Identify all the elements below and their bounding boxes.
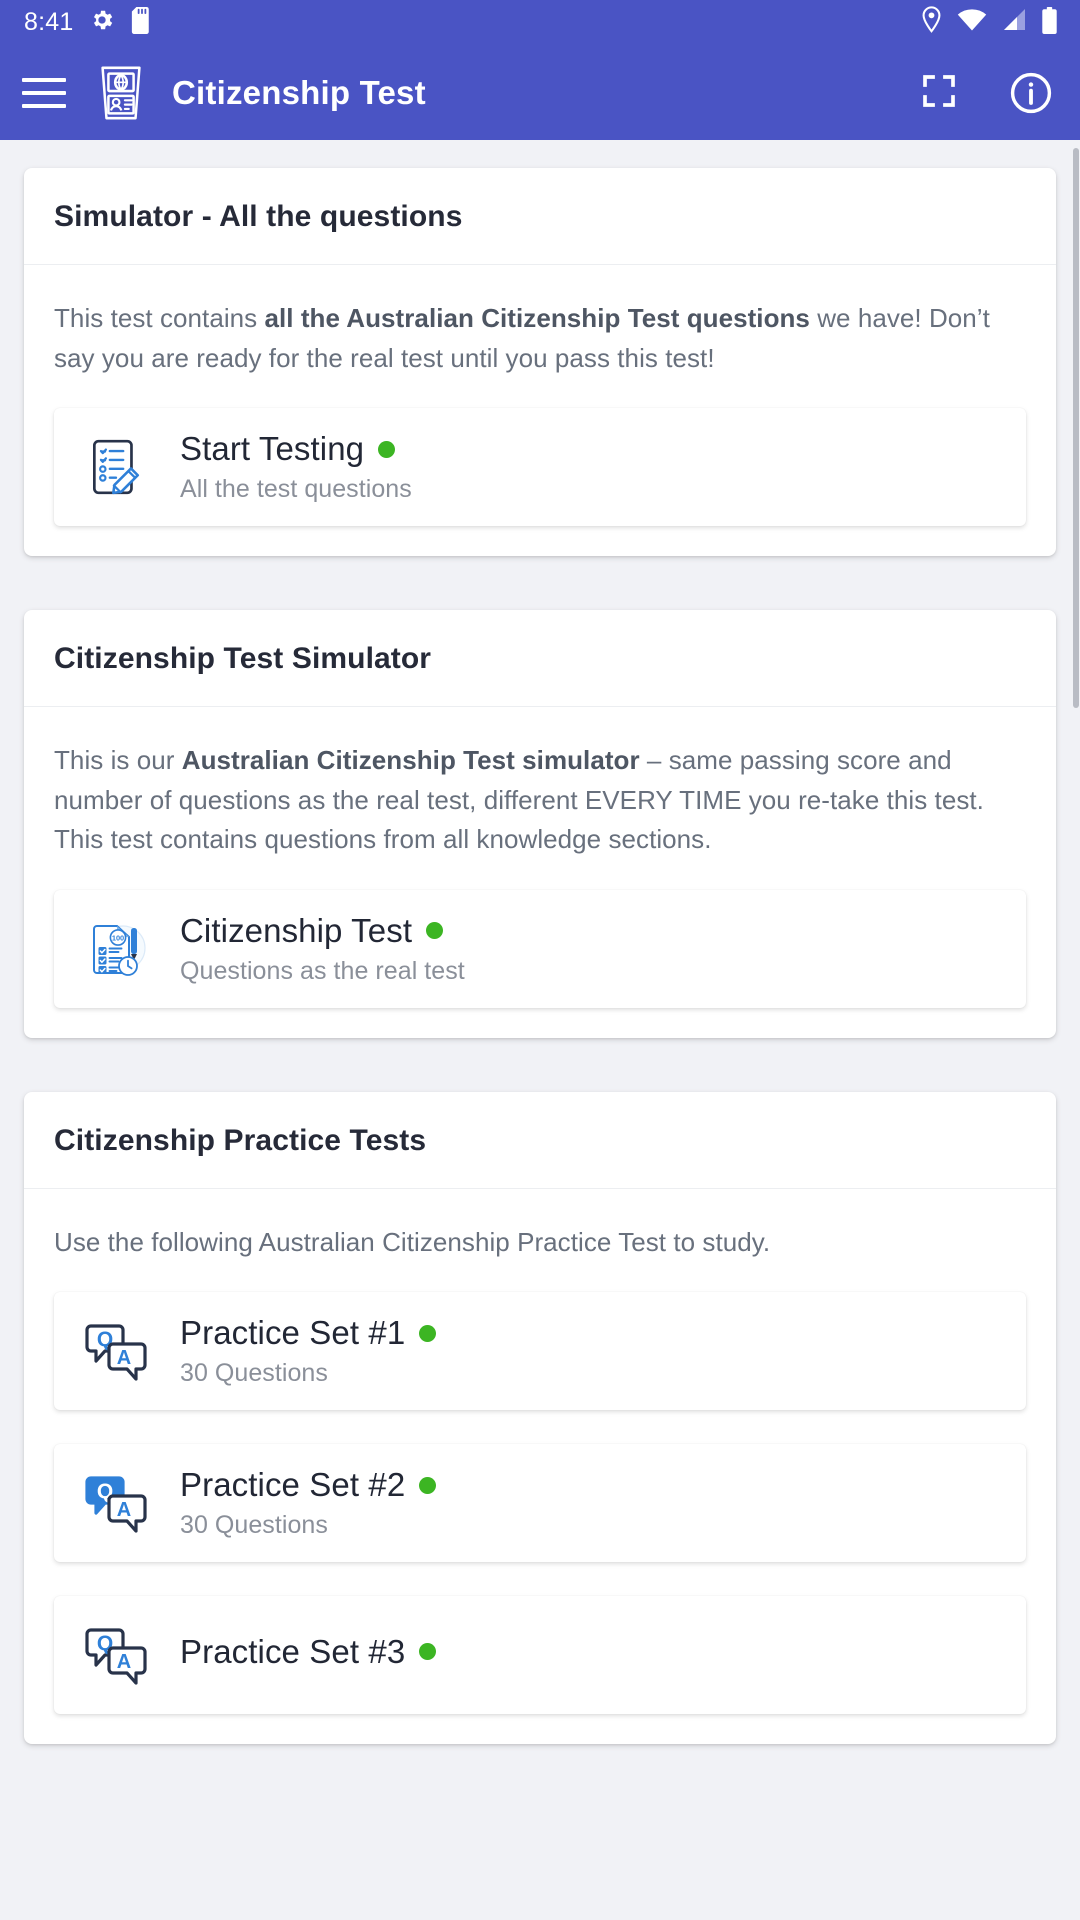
hamburger-menu-icon[interactable] (22, 75, 66, 111)
desc-part: This test contains (54, 303, 265, 333)
location-pin-icon (920, 6, 943, 39)
status-badge (426, 922, 444, 940)
scroll-content[interactable]: Simulator - All the questions This test … (0, 140, 1080, 1920)
fullscreen-icon[interactable] (918, 70, 964, 116)
card-simulator-all-questions: Simulator - All the questions This test … (24, 168, 1056, 557)
list-item-title: Practice Set #1 (180, 1314, 406, 1352)
qa-speech-bubbles-filled-icon: Q A (80, 1467, 152, 1539)
list-item-title: Practice Set #2 (180, 1466, 406, 1504)
gear-icon (89, 7, 115, 38)
list-item-title-row: Practice Set #3 (180, 1632, 437, 1671)
list-item-subtitle: 30 Questions (180, 1511, 328, 1540)
card-title: Citizenship Test Simulator (54, 642, 432, 676)
desc-part: Use the following Australian Citizenship… (54, 1226, 771, 1257)
card-description: Use the following Australian Citizenship… (54, 1223, 1026, 1263)
card-title: Citizenship Practice Tests (54, 1123, 427, 1157)
list-item-subtitle: Questions as the real test (180, 956, 465, 985)
card-body: This test contains all the Australian Ci… (24, 265, 1056, 556)
svg-text:A: A (117, 1347, 131, 1369)
desc-part-bold: Australian Citizenship Test simulator (181, 745, 640, 776)
app-bar: Citizenship Test (0, 45, 1080, 140)
card-title: Simulator - All the questions (54, 200, 463, 233)
list-item-title: Start Testing (180, 430, 365, 468)
card-body: Use the following Australian Citizenship… (24, 1189, 1056, 1745)
checklist-pencil-icon (80, 431, 152, 503)
scrollbar-track[interactable] (1072, 140, 1080, 1920)
list-item-title: Practice Set #3 (180, 1632, 406, 1670)
info-icon[interactable] (1008, 70, 1054, 116)
list-item-text: Practice Set #2 30 Questions (180, 1466, 437, 1540)
list-item-practice-set-1[interactable]: Q A Practice Set #1 30 Questions (54, 1292, 1026, 1411)
status-bar-left: 8:41 (24, 6, 153, 39)
card-body: This is our Australian Citizenship Test … (24, 707, 1056, 1038)
qa-speech-bubbles-outline-icon: Q A (80, 1315, 152, 1387)
card-description: This test contains all the Australian Ci… (54, 299, 1026, 378)
battery-icon (1041, 6, 1058, 39)
exam-document-clock-icon: 100 (80, 913, 152, 985)
list-item-practice-set-3[interactable]: Q A Practice Set #3 (54, 1596, 1026, 1715)
card-citizenship-practice-tests: Citizenship Practice Tests Use the follo… (24, 1091, 1056, 1745)
card-description: This is our Australian Citizenship Test … (54, 741, 1026, 860)
qa-speech-bubbles-outline-icon: Q A (80, 1619, 152, 1691)
list-item-start-testing[interactable]: Start Testing All the test questions (54, 408, 1026, 527)
page-title: Citizenship Test (172, 73, 426, 111)
svg-text:100: 100 (112, 933, 124, 942)
app-bar-actions (918, 70, 1054, 116)
list-item-title-row: Citizenship Test (180, 912, 465, 950)
list-item-title: Citizenship Test (180, 911, 413, 949)
card-list: Simulator - All the questions This test … (0, 140, 1080, 1838)
card-header: Simulator - All the questions (24, 168, 1056, 265)
list-item-subtitle: All the test questions (180, 475, 412, 503)
sd-card-icon (131, 6, 153, 39)
status-bar-right (920, 6, 1058, 39)
svg-text:A: A (117, 1651, 131, 1673)
list-item-title-row: Practice Set #1 (180, 1314, 437, 1352)
list-item-title-row: Start Testing (180, 430, 412, 468)
desc-part-bold: all the Australian Citizenship Test ques… (264, 303, 810, 333)
list-item-text: Citizenship Test Questions as the real t… (180, 912, 465, 986)
wifi-icon (957, 8, 987, 37)
status-badge (419, 1476, 437, 1494)
status-bar-clock: 8:41 (24, 8, 74, 36)
list-item-practice-set-2[interactable]: Q A Practice Set #2 30 Questions (54, 1444, 1026, 1563)
scrollbar-thumb[interactable] (1073, 148, 1079, 708)
status-badge (419, 1643, 437, 1661)
card-header: Citizenship Test Simulator (24, 610, 1056, 708)
citizenship-id-card-icon (90, 62, 152, 124)
status-badge (378, 440, 396, 458)
svg-text:A: A (117, 1499, 131, 1521)
list-item-text: Practice Set #1 30 Questions (180, 1314, 437, 1388)
list-item-title-row: Practice Set #2 (180, 1466, 437, 1504)
status-bar: 8:41 (0, 0, 1080, 45)
list-item-citizenship-test[interactable]: 100 Citizenship Test Questions as the re… (54, 889, 1026, 1008)
list-item-text: Practice Set #3 (180, 1632, 437, 1678)
desc-part: This is our (54, 745, 182, 776)
card-citizenship-test-simulator: Citizenship Test Simulator This is our A… (24, 610, 1056, 1038)
list-item-text: Start Testing All the test questions (180, 430, 412, 504)
status-badge (419, 1324, 437, 1342)
cellular-signal-icon (1001, 8, 1027, 37)
list-item-subtitle: 30 Questions (180, 1359, 328, 1388)
card-header: Citizenship Practice Tests (24, 1092, 1056, 1189)
